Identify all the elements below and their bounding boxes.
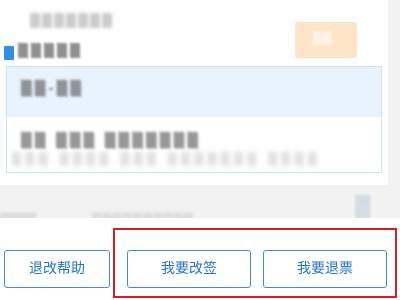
dropdown-option-label: ▒▒-▒▒ bbox=[21, 81, 85, 97]
highlight-box bbox=[113, 228, 397, 298]
obscured-row: ▒▒▒ ▒▒▒▒ ▒▒▒ ▒▒▒▒▒▒▒ ▒▒▒▒ bbox=[0, 148, 388, 174]
refund-change-help-button[interactable]: 退改帮助 bbox=[4, 250, 110, 288]
order-header-text: ▒▒▒▒▒▒▒ bbox=[30, 14, 114, 29]
checkbox-icon[interactable] bbox=[4, 46, 14, 60]
order-card: ▒▒▒▒▒▒▒ ▒▒ ▒▒▒▒▒ ▒▒-▒▒ ▒▒ ▒▒▒ ▒▒▒▒▒▒▒ ▒▒… bbox=[0, 0, 388, 185]
status-pill[interactable]: ▒▒ bbox=[295, 22, 357, 58]
dropdown-option-selected[interactable]: ▒▒-▒▒ bbox=[7, 67, 381, 117]
dropdown-option-label: ▒▒ ▒▒▒ ▒▒▒▒▒▒▒ bbox=[21, 133, 202, 149]
status-pill-label: ▒▒ bbox=[313, 31, 332, 45]
side-note: ▒▒ ▒▒ bbox=[355, 196, 371, 219]
obscured-text: ▒▒▒ ▒▒▒▒ ▒▒▒ ▒▒▒▒▒▒▒ ▒▒▒▒ bbox=[12, 152, 322, 166]
passenger-select-title: ▒▒▒▒▒ bbox=[18, 44, 83, 59]
passenger-select-header[interactable]: ▒▒▒▒▒ bbox=[4, 44, 204, 64]
